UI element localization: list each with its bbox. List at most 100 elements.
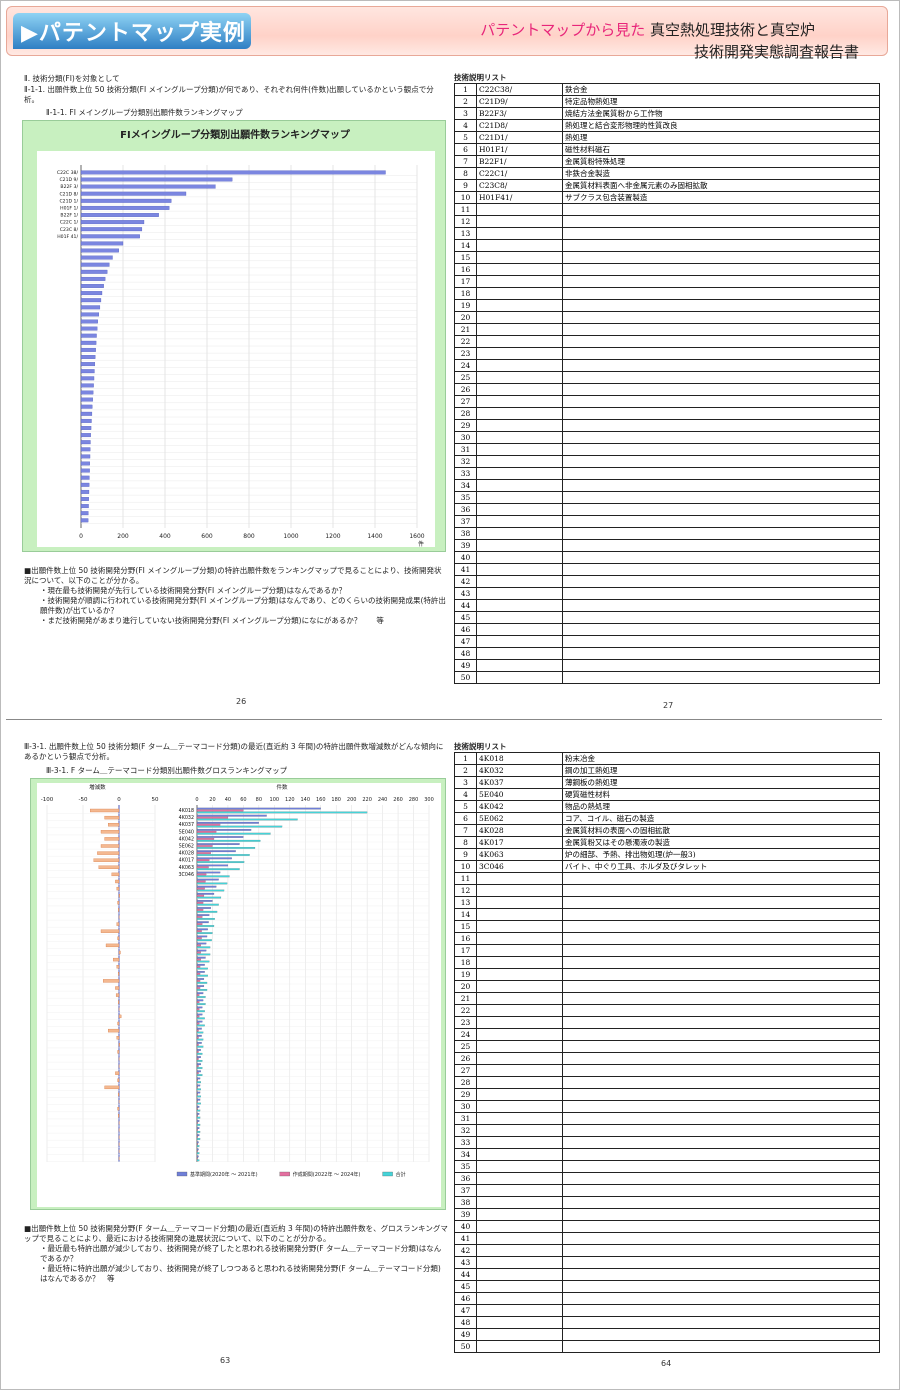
row-number: 5	[454, 131, 477, 144]
row-description	[562, 467, 880, 480]
series-bar	[196, 1036, 199, 1039]
row-code	[476, 659, 563, 672]
row-description	[562, 539, 880, 552]
row-description	[562, 227, 880, 240]
category-label: 5E062	[179, 844, 194, 850]
change-bar	[116, 965, 120, 969]
row-number: 14	[454, 239, 477, 252]
x-tick-label: 1200	[325, 533, 340, 540]
row-number: 46	[454, 1292, 477, 1305]
list-row: 47	[454, 1304, 880, 1317]
list-row: 11	[454, 872, 880, 885]
row-description	[562, 287, 880, 300]
row-number: 32	[454, 455, 477, 468]
row-description	[562, 215, 880, 228]
row-code	[476, 1016, 563, 1029]
row-code	[476, 872, 563, 885]
list-row: 35	[454, 1160, 880, 1173]
row-number: 18	[454, 287, 477, 300]
x-tick-label: 1600	[409, 533, 424, 540]
row-code	[476, 467, 563, 480]
series-bar	[196, 1074, 203, 1076]
x-tick-label: 0	[195, 797, 198, 803]
series-bar	[196, 939, 212, 942]
row-code	[476, 1064, 563, 1077]
row-number: 16	[454, 263, 477, 276]
series-bar	[196, 1060, 203, 1062]
legend-swatch	[176, 1171, 188, 1177]
list-row: 27	[454, 1064, 880, 1077]
series-bar	[196, 901, 204, 904]
row-description	[562, 1040, 880, 1053]
series-bar	[196, 880, 206, 883]
list-row: 26	[454, 383, 880, 396]
list-row: 20	[454, 311, 880, 324]
banner-title: ▶パテントマップ実例	[21, 21, 246, 46]
row-code	[476, 215, 563, 228]
series-bar	[196, 907, 211, 909]
series-bar	[196, 1116, 201, 1119]
row-number: 21	[454, 323, 477, 336]
list-row: 22	[454, 335, 880, 348]
series-bar	[196, 1152, 200, 1155]
series-bar	[196, 989, 208, 991]
row-number: 29	[454, 1088, 477, 1101]
series-bar	[196, 843, 240, 845]
x-tick-label: -50	[79, 797, 88, 803]
row-number: 49	[454, 1328, 477, 1341]
series-bar	[196, 942, 207, 945]
row-description	[562, 1292, 880, 1305]
row-description: 金属質材料の表面への固相拡散	[562, 824, 880, 837]
row-description: 非鉄合金製造	[562, 167, 880, 180]
x-tick-label: 180	[331, 797, 341, 803]
change-bar	[108, 823, 120, 827]
row-number: 48	[454, 647, 477, 660]
row-description	[562, 311, 880, 324]
row-code	[476, 575, 563, 588]
list-row: 18	[454, 287, 880, 300]
row-description	[562, 1328, 880, 1341]
row-code	[476, 599, 563, 612]
row-description	[562, 671, 880, 684]
series-bar	[196, 1093, 198, 1096]
change-bar	[117, 1050, 120, 1054]
x-tick-label: 200	[347, 797, 357, 803]
bar	[80, 426, 92, 430]
x-tick-label: 800	[243, 533, 255, 540]
row-number: 28	[454, 407, 477, 420]
series-bar	[196, 946, 211, 949]
row-description	[562, 1184, 880, 1197]
list-row: 50	[454, 671, 880, 684]
list-row: 47	[454, 635, 880, 648]
row-number: 15	[454, 920, 477, 933]
row-number: 30	[454, 1100, 477, 1113]
series-bar	[196, 1100, 198, 1103]
bar	[80, 461, 90, 466]
list-row: 21	[454, 323, 880, 336]
notes-block: ■出願件数上位 50 技術開発分野(F ターム＿テーマコード分類)の最近(直近約…	[24, 1224, 448, 1284]
list-row: 48	[454, 647, 880, 660]
bar	[80, 184, 216, 189]
list-row: 14	[454, 908, 880, 921]
bar	[80, 418, 92, 423]
series-bar	[196, 1034, 202, 1037]
change-bar	[117, 1107, 120, 1111]
category-label: C21D 9/	[59, 177, 78, 183]
row-number: 36	[454, 1172, 477, 1185]
row-code	[476, 239, 563, 252]
bar	[80, 355, 96, 359]
series-bar	[196, 892, 215, 895]
series-bar	[196, 1081, 201, 1084]
row-number: 33	[454, 1136, 477, 1149]
page-number: 26	[236, 697, 247, 706]
change-bar	[117, 1078, 120, 1082]
list-title: 技術説明リスト	[454, 742, 507, 751]
list-row: 22	[454, 1004, 880, 1017]
legend-label: 合計	[396, 1171, 406, 1178]
series-bar	[196, 1155, 199, 1158]
change-bar	[118, 1014, 122, 1019]
tech-list-table: 1 C22C38/鉄合金 2 C21D9/特定品物熱処理 3 B22F3/焼結方法金属質粉…	[454, 83, 880, 684]
row-code	[476, 1328, 563, 1341]
row-number: 20	[454, 311, 477, 324]
list-row: 9 C23C8/金属質材料表面へ非金属元素のみ固相拡散	[454, 179, 880, 192]
